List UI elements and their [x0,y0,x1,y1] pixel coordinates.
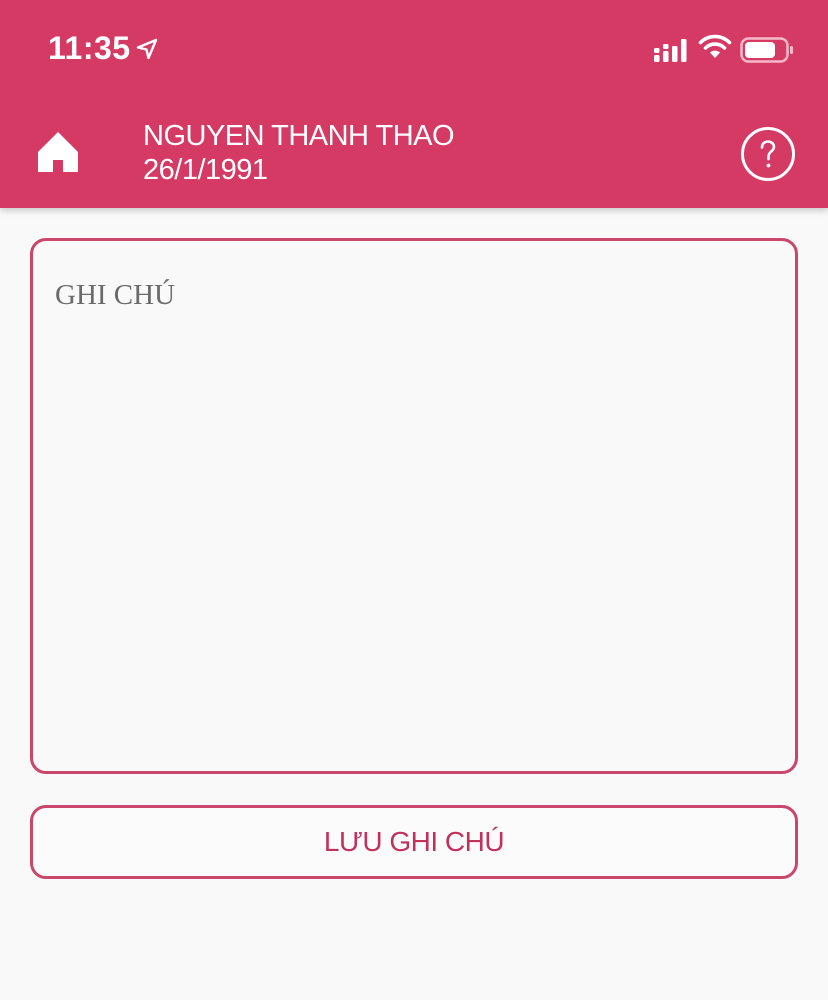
cellular-signal-icon [654,39,687,62]
question-circle-icon[interactable] [740,126,796,182]
patient-name: NGUYEN THANH THAO [143,120,455,152]
save-note-button[interactable]: LƯU GHI CHÚ [30,805,798,879]
app-header: 11:35 NGUYEN THANH THAO 26/1/1991 [0,0,828,208]
save-note-button-label: LƯU GHI CHÚ [323,826,505,857]
note-input[interactable] [30,238,798,774]
location-arrow-icon [136,38,158,60]
status-time: 11:35 [48,30,131,66]
wifi-icon [698,34,732,58]
patient-dob: 26/1/1991 [143,154,268,186]
home-icon[interactable] [34,128,82,176]
battery-icon [740,37,793,63]
